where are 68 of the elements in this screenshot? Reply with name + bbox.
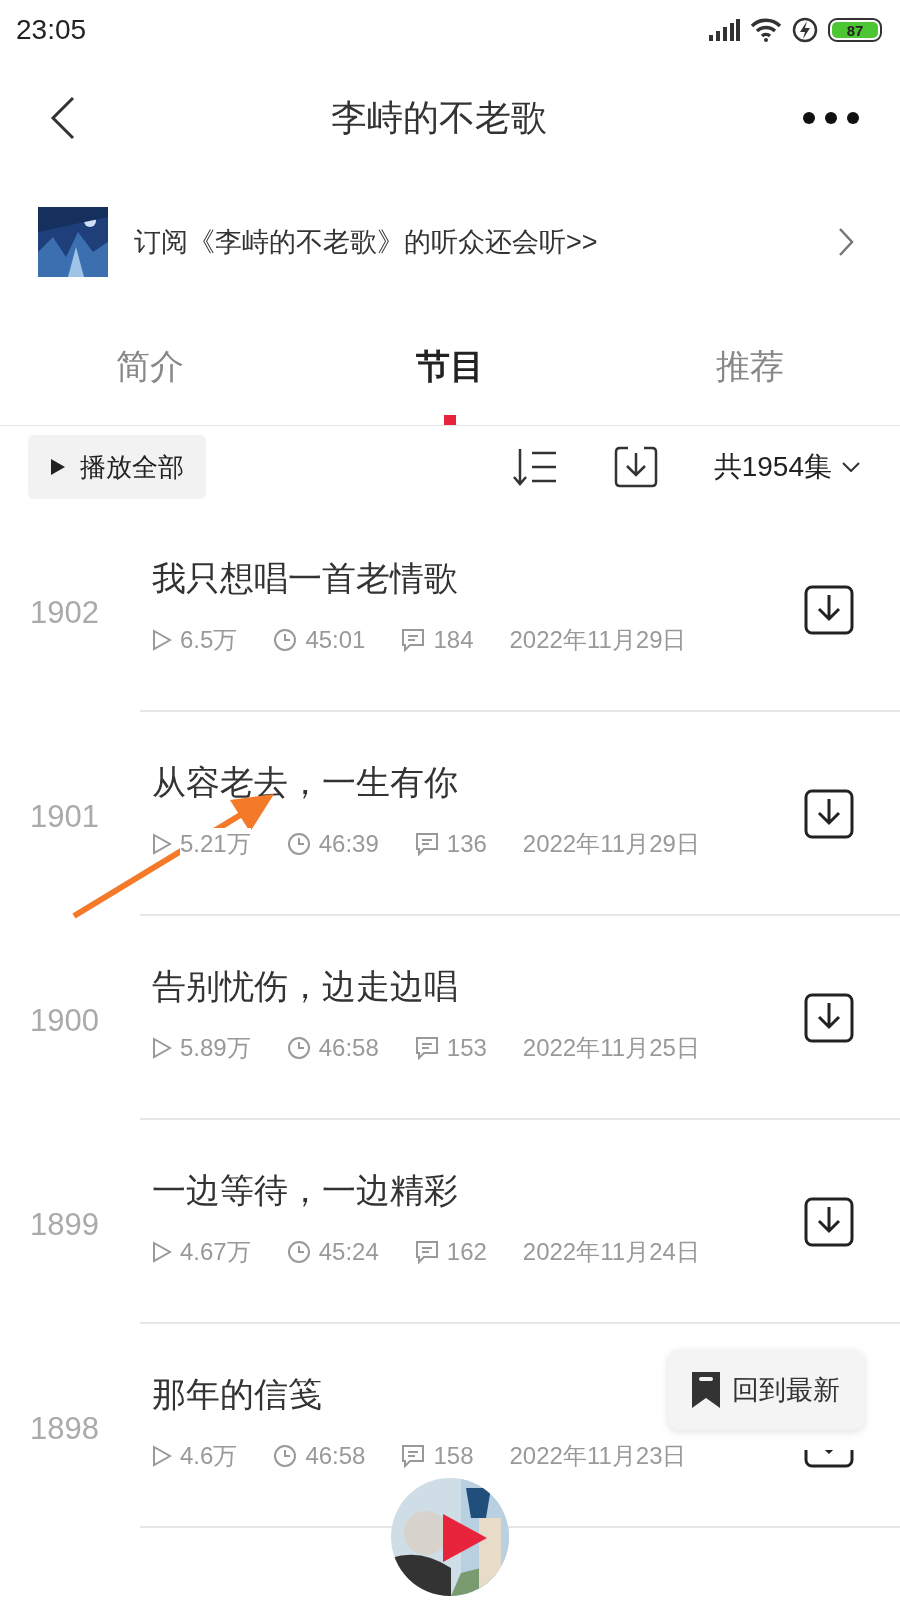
episode-number: 1898	[29, 1410, 100, 1447]
promo-text: 订阅《李峙的不老歌》的听众还会听>>	[134, 226, 599, 259]
download-icon[interactable]	[613, 445, 658, 489]
episode-title[interactable]: 我只想唱一首老情歌	[152, 556, 458, 602]
download-icon[interactable]	[804, 789, 854, 839]
comment-count: 136	[446, 830, 487, 858]
download-icon[interactable]	[804, 1450, 854, 1468]
comment-icon	[414, 1036, 439, 1060]
episode-number: 1900	[29, 1002, 100, 1039]
play-count-icon	[152, 629, 172, 651]
play-count-icon	[152, 1037, 172, 1059]
caret-icon	[842, 462, 860, 472]
duration: 46:58	[305, 1442, 366, 1470]
download-icon[interactable]	[804, 585, 854, 635]
tab[interactable]: 节目	[300, 308, 600, 425]
play-count-icon	[152, 1241, 172, 1263]
chevron-right-icon	[838, 227, 854, 257]
episode-title[interactable]: 从容老去，一生有你	[152, 760, 458, 806]
episode-title[interactable]: 一边等待，一边精彩	[152, 1168, 458, 1214]
tab[interactable]: 简介	[0, 308, 300, 425]
download-icon[interactable]	[804, 1197, 854, 1247]
episode-number: 1902	[29, 594, 100, 631]
back-icon[interactable]	[50, 96, 76, 140]
comment-count: 162	[446, 1238, 487, 1266]
back-to-latest-button[interactable]: 回到最新	[668, 1350, 864, 1430]
episode-number: 1899	[29, 1206, 100, 1243]
duration: 46:39	[318, 830, 379, 858]
comment-count: 158	[433, 1442, 474, 1470]
episode-date: 2022年11月29日	[509, 625, 687, 655]
play-icon	[50, 458, 66, 476]
episode-date: 2022年11月23日	[509, 1441, 687, 1471]
more-icon[interactable]	[802, 111, 860, 125]
page-title: 李峙的不老歌	[331, 95, 547, 140]
clock-icon	[286, 832, 311, 856]
clock-icon	[286, 1036, 311, 1060]
episode-count-dropdown[interactable]: 共1954集	[713, 448, 860, 486]
charging-icon	[792, 17, 818, 43]
episode-date: 2022年11月29日	[522, 829, 700, 859]
episode-date: 2022年11月24日	[522, 1237, 700, 1267]
clock-icon	[273, 628, 298, 652]
episode-title[interactable]: 告别忧伤，边走边唱	[152, 964, 458, 1010]
battery-level: 87	[832, 22, 878, 38]
episode-number: 1901	[29, 798, 100, 835]
comment-icon	[414, 832, 439, 856]
play-icon[interactable]	[441, 1512, 489, 1564]
clock-icon	[286, 1240, 311, 1264]
sort-icon[interactable]	[511, 447, 558, 487]
wifi-icon	[750, 18, 782, 42]
comment-count: 184	[433, 626, 474, 654]
status-time: 23:05	[16, 14, 87, 46]
promo-row[interactable]: 订阅《李峙的不老歌》的听众还会听>>	[0, 176, 900, 308]
comment-icon	[414, 1240, 439, 1264]
comment-count: 153	[446, 1034, 487, 1062]
episode-title[interactable]: 那年的信笺	[152, 1372, 322, 1418]
signal-icon	[708, 19, 740, 41]
play-count-icon	[152, 833, 172, 855]
tab[interactable]: 推荐	[600, 308, 900, 425]
duration: 45:24	[318, 1238, 379, 1266]
duration: 46:58	[318, 1034, 379, 1062]
comment-icon	[401, 1444, 426, 1468]
episode-date: 2022年11月25日	[522, 1033, 700, 1063]
download-icon[interactable]	[804, 993, 854, 1043]
clock-icon	[273, 1444, 298, 1468]
comment-icon	[401, 628, 426, 652]
play-count-icon	[152, 1445, 172, 1467]
duration: 45:01	[305, 626, 366, 654]
bookmark-icon	[692, 1372, 720, 1408]
play-all-button[interactable]: 播放全部	[28, 435, 206, 499]
